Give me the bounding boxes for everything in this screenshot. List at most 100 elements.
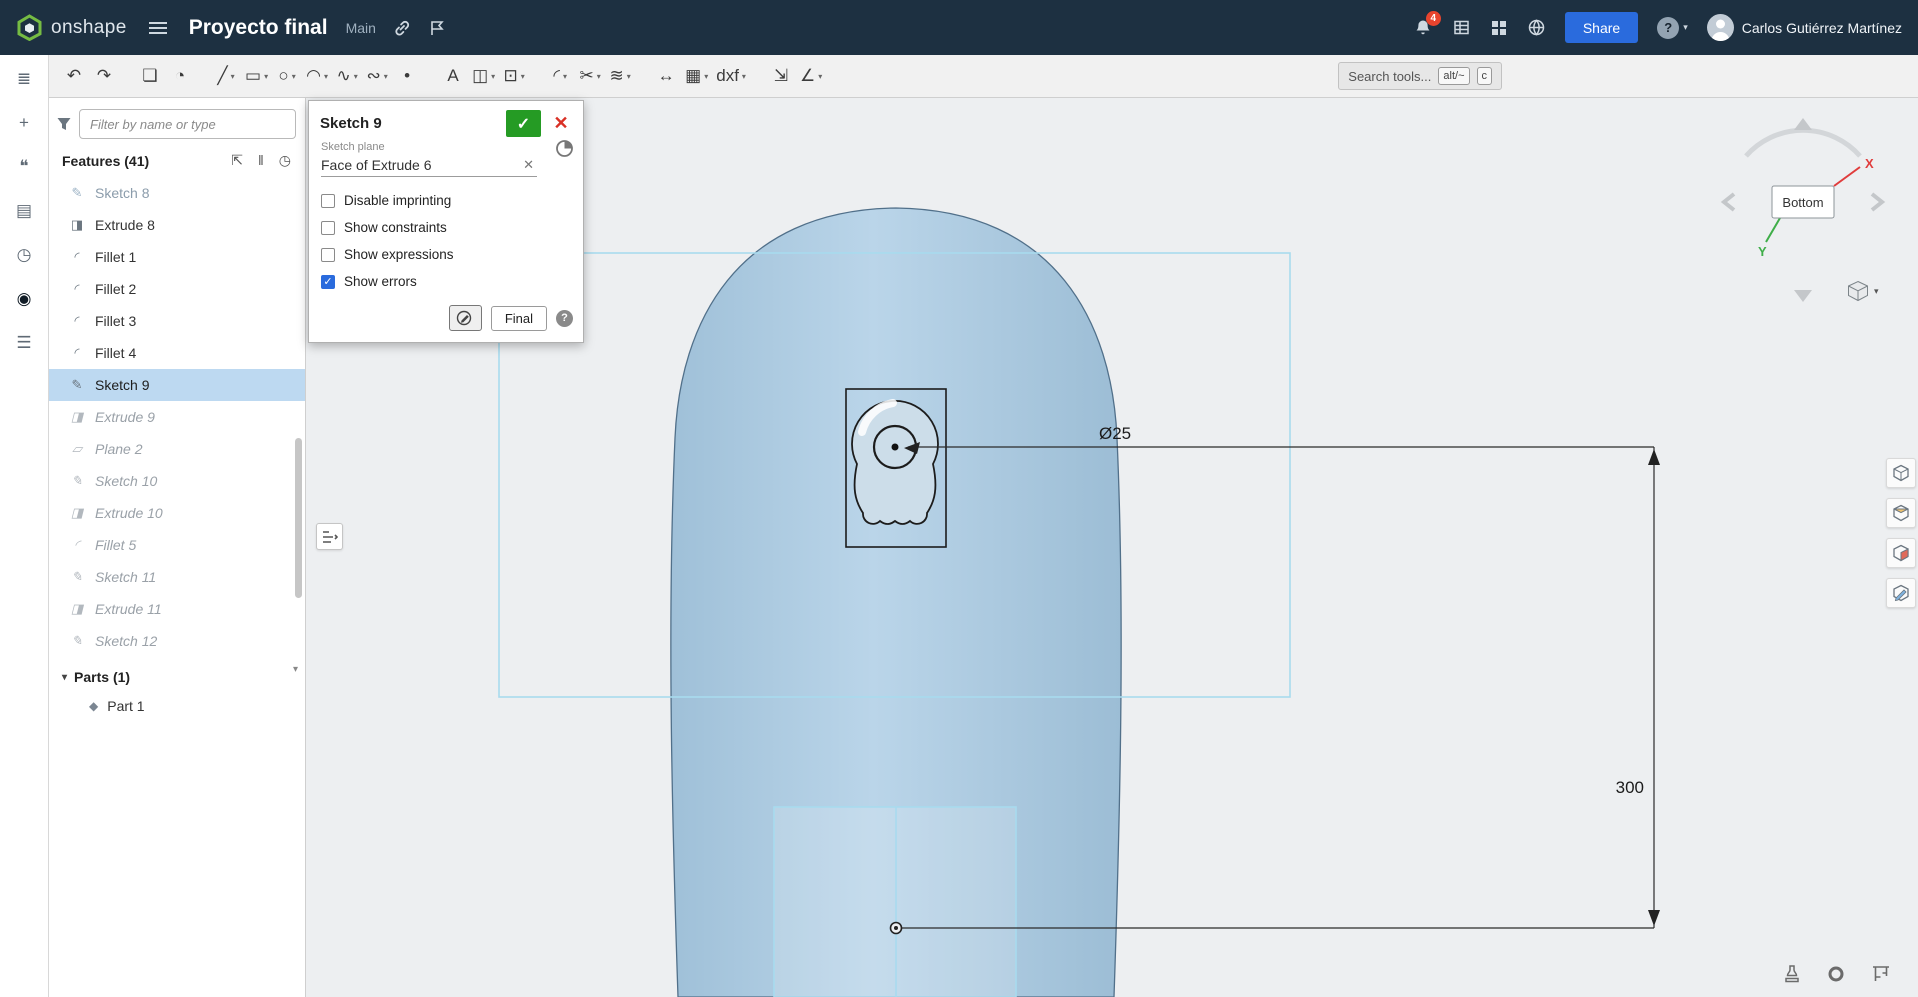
mirror-tool-icon[interactable]: ◫ ▾ <box>468 60 499 92</box>
orbit-icon[interactable] <box>1826 964 1846 989</box>
help-icon[interactable]: ? <box>1657 16 1680 39</box>
chevron-down-icon[interactable]: ▾ <box>563 72 567 81</box>
paste-sketch-icon[interactable]: ❏ ▾ <box>135 60 165 92</box>
spreadsheet-icon[interactable] <box>1452 18 1471 37</box>
chevron-down-icon[interactable]: ▾ <box>491 72 495 81</box>
notes-panel-icon[interactable]: ▤ <box>16 201 32 221</box>
feature-item[interactable]: ✎ Sketch 11 <box>49 561 305 593</box>
history-icon[interactable]: ◷ <box>279 152 291 169</box>
project-convert-icon[interactable]: ⊡ ▾ <box>499 60 529 92</box>
chevron-down-icon[interactable]: ▾ <box>354 72 358 81</box>
onshape-logo-icon[interactable] <box>16 14 43 41</box>
length-dimension[interactable]: 300 <box>1616 778 1644 797</box>
export-dxf-icon[interactable]: dxf ▾ <box>712 60 750 92</box>
chevron-down-icon[interactable]: ▾ <box>818 72 822 81</box>
chevron-down-icon[interactable]: ▾ <box>704 72 708 81</box>
fillet-tool-icon[interactable]: ◜ ▾ <box>545 60 575 92</box>
confirm-button[interactable]: ✓ <box>506 110 541 137</box>
document-title[interactable]: Proyecto final <box>189 16 328 40</box>
part-item[interactable]: ◆ Part 1 <box>49 691 305 721</box>
chevron-down-icon[interactable]: ▾ <box>324 72 328 81</box>
feature-item[interactable]: ✎ Sketch 12 <box>49 625 305 657</box>
line-tool-icon[interactable]: ╱ ▾ <box>211 60 241 92</box>
final-marker-icon[interactable]: ⇱ <box>231 152 243 169</box>
measure-icon[interactable] <box>1870 964 1892 989</box>
app-store-icon[interactable] <box>1490 19 1508 37</box>
circle-tool-icon[interactable]: ○ ▾ <box>272 60 302 92</box>
insert-panel-icon[interactable]: + <box>19 113 29 133</box>
learning-center-icon[interactable] <box>1527 18 1546 37</box>
workspace-label[interactable]: Main <box>346 20 376 36</box>
feature-item[interactable]: ▱ Plane 2 <box>49 433 305 465</box>
dialog-help-icon[interactable]: ? <box>556 309 573 327</box>
cancel-button[interactable]: ✕ <box>547 110 575 137</box>
sketch-region-icon[interactable]: ◔ ▾ <box>165 60 195 92</box>
checkbox[interactable] <box>321 247 335 262</box>
measure-angle-icon[interactable]: ∠ ▾ <box>796 60 826 92</box>
feature-item[interactable]: ◜ Fillet 2 <box>49 273 305 305</box>
onshape-logo-text[interactable]: onshape <box>51 17 127 39</box>
suppress-icon[interactable]: ‖ <box>258 152 264 169</box>
chevron-down-icon[interactable]: ▾ <box>231 72 235 81</box>
user-name[interactable]: Carlos Gutiérrez Martínez <box>1742 20 1902 36</box>
help-menu[interactable]: ? ▾ <box>1657 16 1688 39</box>
dialog-checkbox-row[interactable]: Show constraints <box>309 214 583 241</box>
avatar[interactable] <box>1706 14 1734 41</box>
arc-tool-icon[interactable]: ◠ ▾ <box>302 60 332 92</box>
feature-list-scrollbar[interactable] <box>295 438 302 598</box>
feature-list-toggle-button[interactable] <box>316 523 343 550</box>
offset-tool-icon[interactable]: ≋ ▾ <box>605 60 635 92</box>
chevron-down-icon[interactable]: ▾ <box>597 72 601 81</box>
history-panel-icon[interactable]: ◷ <box>17 245 32 265</box>
dialog-checkbox-row[interactable]: Show expressions <box>309 241 583 268</box>
sketch-preview-toggle[interactable] <box>448 305 482 331</box>
publish-flag-icon[interactable] <box>428 19 446 37</box>
dimension-tool-icon[interactable]: ↔ ▾ <box>651 60 681 92</box>
filter-input[interactable] <box>79 109 296 139</box>
sketch-plane-value[interactable]: Face of Extrude 6 <box>321 157 520 173</box>
scroll-down-chevron[interactable]: ▾ <box>293 664 298 675</box>
checkbox[interactable] <box>321 274 335 289</box>
feature-history-icon[interactable] <box>555 139 574 163</box>
diameter-dimension[interactable]: Ø25 <box>1099 424 1131 443</box>
feature-item[interactable]: ◨ Extrude 11 <box>49 593 305 625</box>
chevron-down-icon[interactable]: ▾ <box>521 72 525 81</box>
view-modes-icon[interactable] <box>1886 458 1916 488</box>
undo-icon[interactable]: ↶ ▾ <box>59 60 89 92</box>
chevron-down-icon[interactable]: ▾ <box>264 72 268 81</box>
named-positions-icon[interactable] <box>1782 964 1802 989</box>
parts-collapse-icon[interactable]: ▾ <box>62 672 67 683</box>
chevron-down-icon[interactable]: ▾ <box>627 72 631 81</box>
text-tool-icon[interactable]: A ▾ <box>438 60 468 92</box>
parts-header[interactable]: ▾ Parts (1) <box>49 657 305 691</box>
chevron-down-icon[interactable]: ▾ <box>384 72 388 81</box>
feature-item[interactable]: ◜ Fillet 3 <box>49 305 305 337</box>
checkbox[interactable] <box>321 220 335 235</box>
feature-item[interactable]: ◨ Extrude 9 <box>49 401 305 433</box>
trim-tool-icon[interactable]: ✂ ▾ <box>575 60 605 92</box>
copy-link-icon[interactable] <box>392 18 412 38</box>
feature-item[interactable]: ◨ Extrude 8 <box>49 209 305 241</box>
dialog-checkbox-row[interactable]: Disable imprinting <box>309 187 583 214</box>
edit-appearance-icon[interactable] <box>1886 578 1916 608</box>
features-panel-icon[interactable]: ≣ <box>17 69 31 89</box>
conic-tool-icon[interactable]: ∾ ▾ <box>362 60 392 92</box>
prior-sketch-geometry[interactable] <box>773 806 1017 997</box>
search-panel-icon[interactable]: ◉ <box>17 289 32 309</box>
comments-panel-icon[interactable]: ❝ <box>19 157 28 177</box>
feature-item[interactable]: ◜ Fillet 1 <box>49 241 305 273</box>
checkbox[interactable] <box>321 193 335 208</box>
chevron-down-icon[interactable]: ▾ <box>292 72 296 81</box>
clear-selection-icon[interactable]: ✕ <box>520 157 537 173</box>
dialog-checkbox-row[interactable]: Show errors <box>309 268 583 295</box>
menu-icon[interactable] <box>148 21 167 34</box>
section-view-icon[interactable] <box>1886 498 1916 528</box>
rectangle-tool-icon[interactable]: ▭ ▾ <box>241 60 272 92</box>
point-tool-icon[interactable]: • ▾ <box>392 60 422 92</box>
share-button[interactable]: Share <box>1564 12 1639 43</box>
feature-item[interactable]: ✎ Sketch 10 <box>49 465 305 497</box>
display-settings-icon[interactable] <box>1886 538 1916 568</box>
transform-tool-icon[interactable]: ⇲ ▾ <box>766 60 796 92</box>
feature-item[interactable]: ✎ Sketch 8 <box>49 177 305 209</box>
feature-item[interactable]: ◜ Fillet 5 <box>49 529 305 561</box>
